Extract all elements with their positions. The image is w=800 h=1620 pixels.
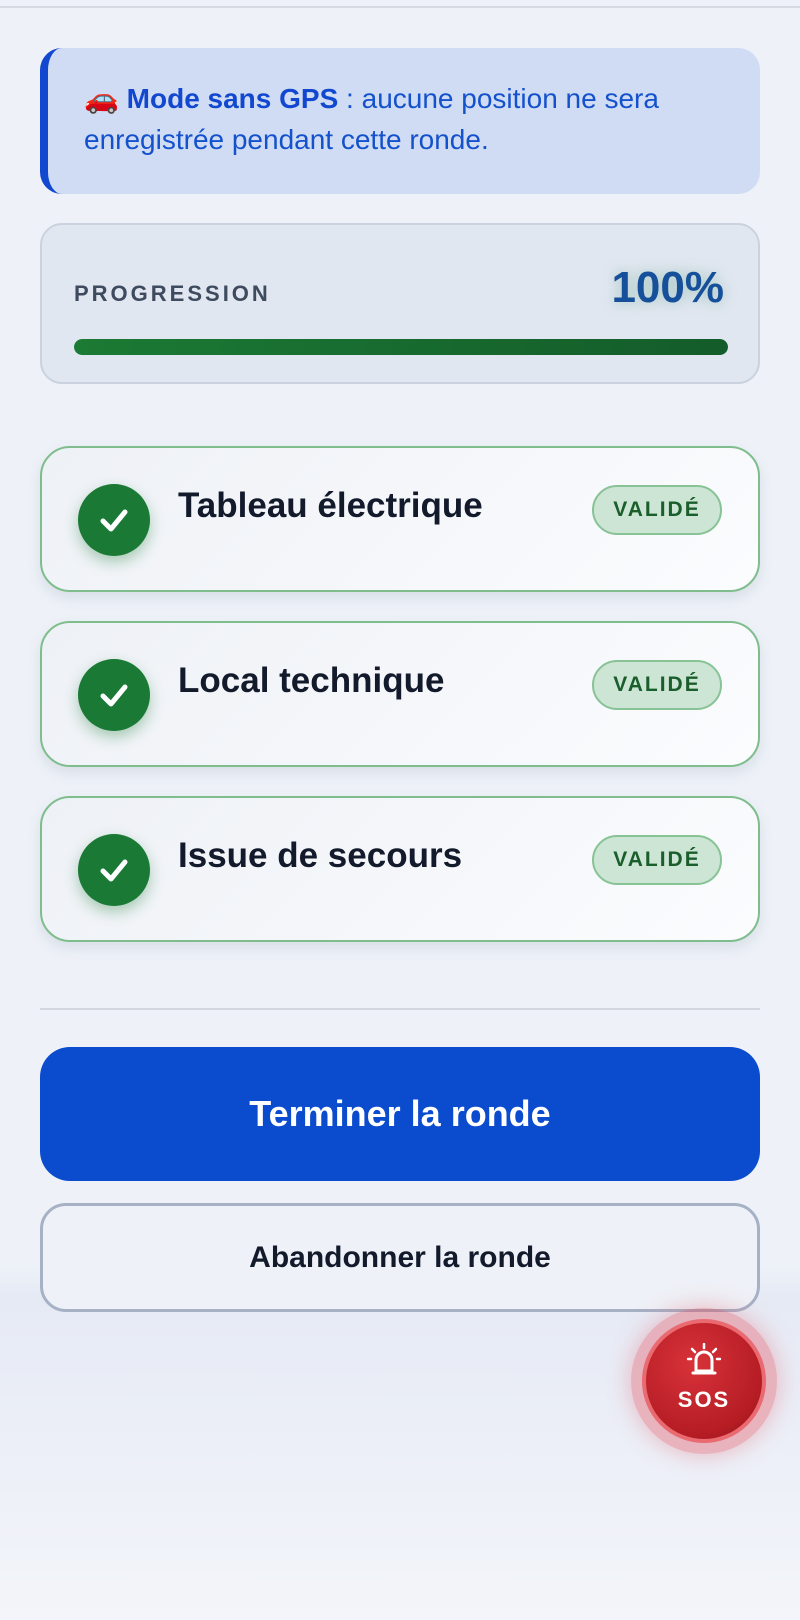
- progress-bar-fill: [74, 339, 728, 355]
- top-divider: [0, 6, 800, 8]
- gps-notice-title: Mode sans GPS: [126, 83, 339, 114]
- progress-value: 100%: [611, 263, 724, 312]
- section-divider: [40, 1008, 760, 1010]
- status-badge: VALIDÉ: [592, 835, 722, 885]
- progress-card: PROGRESSION 100%: [40, 223, 760, 384]
- check-icon: [78, 834, 150, 906]
- abandon-round-button[interactable]: Abandonner la ronde: [40, 1203, 760, 1312]
- checkpoint-name: Issue de secours: [178, 836, 463, 875]
- sos-button[interactable]: SOS: [642, 1319, 766, 1443]
- checkpoint-card[interactable]: Tableau électrique VALIDÉ: [40, 446, 760, 592]
- check-icon: [78, 659, 150, 731]
- status-badge: VALIDÉ: [592, 485, 722, 535]
- alarm-siren-icon: [687, 1343, 721, 1375]
- status-badge: VALIDÉ: [592, 660, 722, 710]
- progress-bar: [74, 339, 728, 355]
- progress-label: PROGRESSION: [74, 281, 271, 306]
- sos-label: SOS: [677, 1387, 731, 1412]
- check-icon: [78, 484, 150, 556]
- car-icon: 🚗: [84, 83, 119, 114]
- finish-round-button[interactable]: Terminer la ronde: [40, 1047, 760, 1181]
- gps-notice-banner: 🚗 Mode sans GPS : aucune position ne ser…: [40, 48, 760, 194]
- checkpoint-name: Local technique: [178, 661, 445, 700]
- checkpoint-card[interactable]: Issue de secours VALIDÉ: [40, 796, 760, 942]
- checkpoint-name: Tableau électrique: [178, 486, 483, 525]
- checkpoint-card[interactable]: Local technique VALIDÉ: [40, 621, 760, 767]
